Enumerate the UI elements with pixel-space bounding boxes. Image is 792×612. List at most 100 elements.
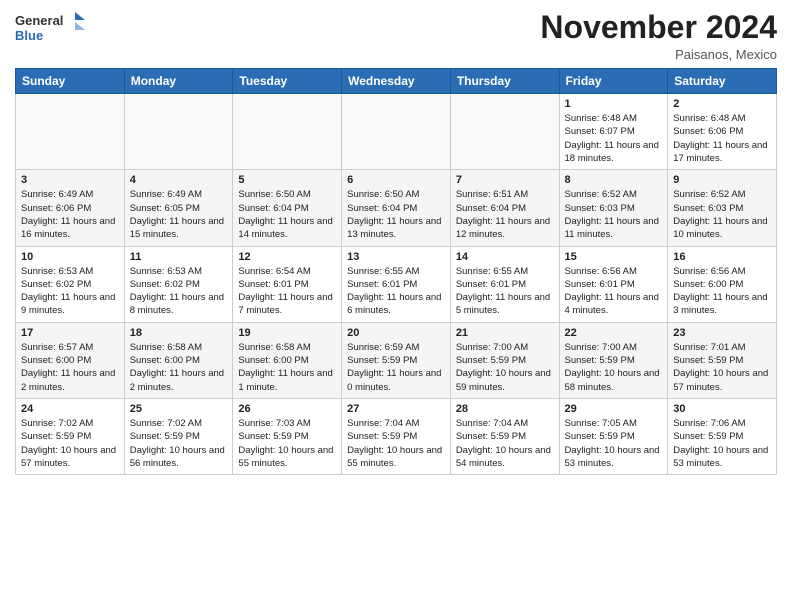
day-info: Sunrise: 6:58 AM Sunset: 6:00 PM Dayligh… — [130, 341, 228, 394]
day-info: Sunrise: 6:48 AM Sunset: 6:06 PM Dayligh… — [673, 112, 771, 165]
day-number: 8 — [565, 174, 663, 186]
day-number: 16 — [673, 251, 771, 263]
day-info: Sunrise: 6:57 AM Sunset: 6:00 PM Dayligh… — [21, 341, 119, 394]
day-info: Sunrise: 7:00 AM Sunset: 5:59 PM Dayligh… — [456, 341, 554, 394]
day-number: 10 — [21, 251, 119, 263]
day-number: 3 — [21, 174, 119, 186]
calendar-week-2: 3Sunrise: 6:49 AM Sunset: 6:06 PM Daylig… — [16, 170, 777, 246]
calendar-week-3: 10 Sunrise: 6:53 AM Sunset: 6:02 PM Dayli… — [16, 246, 777, 322]
day-number: 20 — [347, 327, 445, 339]
calendar-cell: 17Sunrise: 6:57 AM Sunset: 6:00 PM Dayli… — [16, 322, 125, 398]
calendar-cell: 9Sunrise: 6:52 AM Sunset: 6:03 PM Daylig… — [668, 170, 777, 246]
calendar-cell: 6 Sunrise: 6:50 AM Sunset: 6:04 PM Daylig… — [342, 170, 451, 246]
day-number: 2 — [673, 98, 771, 110]
day-number: 30 — [673, 403, 771, 415]
day-info: Sunrise: 7:04 AM Sunset: 5:59 PM Dayligh… — [347, 417, 445, 470]
day-info: Sunrise: 6:48 AM Sunset: 6:07 PM Dayligh… — [565, 112, 663, 165]
calendar-cell: 1Sunrise: 6:48 AM Sunset: 6:07 PM Daylig… — [559, 94, 668, 170]
day-number: 22 — [565, 327, 663, 339]
calendar-cell — [124, 94, 233, 170]
day-info: Sunrise: 6:51 AM Sunset: 6:04 PM Dayligh… — [456, 188, 554, 241]
calendar-cell: 29 Sunrise: 7:05 AM Sunset: 5:59 PM Dayli… — [559, 398, 668, 474]
calendar-cell: 30 Sunrise: 7:06 AM Sunset: 5:59 PM Dayli… — [668, 398, 777, 474]
day-info: Sunrise: 6:56 AM Sunset: 6:01 PM Dayligh… — [565, 265, 663, 318]
title-block: November 2024 Paisanos, Mexico — [540, 10, 777, 62]
day-info: Sunrise: 6:50 AM Sunset: 6:04 PM Dayligh… — [347, 188, 445, 241]
day-info: Sunrise: 6:55 AM Sunset: 6:01 PM Dayligh… — [456, 265, 554, 318]
calendar-cell: 15 Sunrise: 6:56 AM Sunset: 6:01 PM Dayli… — [559, 246, 668, 322]
calendar-cell: 27 Sunrise: 7:04 AM Sunset: 5:59 PM Dayli… — [342, 398, 451, 474]
calendar-cell: 3Sunrise: 6:49 AM Sunset: 6:06 PM Daylig… — [16, 170, 125, 246]
col-saturday: Saturday — [668, 69, 777, 94]
svg-text:General: General — [15, 13, 63, 28]
day-info: Sunrise: 6:49 AM Sunset: 6:05 PM Dayligh… — [130, 188, 228, 241]
day-info: Sunrise: 6:52 AM Sunset: 6:03 PM Dayligh… — [565, 188, 663, 241]
calendar-cell: 24Sunrise: 7:02 AM Sunset: 5:59 PM Dayli… — [16, 398, 125, 474]
calendar-week-1: 1Sunrise: 6:48 AM Sunset: 6:07 PM Daylig… — [16, 94, 777, 170]
day-number: 11 — [130, 251, 228, 263]
day-number: 28 — [456, 403, 554, 415]
day-number: 13 — [347, 251, 445, 263]
calendar-cell: 23 Sunrise: 7:01 AM Sunset: 5:59 PM Dayli… — [668, 322, 777, 398]
day-number: 25 — [130, 403, 228, 415]
logo-svg: General Blue — [15, 10, 85, 46]
day-info: Sunrise: 7:03 AM Sunset: 5:59 PM Dayligh… — [238, 417, 336, 470]
day-info: Sunrise: 6:55 AM Sunset: 6:01 PM Dayligh… — [347, 265, 445, 318]
day-info: Sunrise: 7:06 AM Sunset: 5:59 PM Dayligh… — [673, 417, 771, 470]
day-number: 24 — [21, 403, 119, 415]
day-info: Sunrise: 6:53 AM Sunset: 6:02 PM Dayligh… — [21, 265, 119, 318]
calendar-cell: 11 Sunrise: 6:53 AM Sunset: 6:02 PM Dayli… — [124, 246, 233, 322]
day-info: Sunrise: 6:56 AM Sunset: 6:00 PM Dayligh… — [673, 265, 771, 318]
day-number: 7 — [456, 174, 554, 186]
day-number: 4 — [130, 174, 228, 186]
calendar-cell: 13 Sunrise: 6:55 AM Sunset: 6:01 PM Dayli… — [342, 246, 451, 322]
header: General Blue November 2024 Paisanos, Mex… — [15, 10, 777, 62]
svg-text:Blue: Blue — [15, 28, 43, 43]
day-number: 27 — [347, 403, 445, 415]
col-sunday: Sunday — [16, 69, 125, 94]
day-number: 5 — [238, 174, 336, 186]
calendar-cell: 16 Sunrise: 6:56 AM Sunset: 6:00 PM Dayli… — [668, 246, 777, 322]
calendar-cell: 18Sunrise: 6:58 AM Sunset: 6:00 PM Dayli… — [124, 322, 233, 398]
calendar-cell: 19 Sunrise: 6:58 AM Sunset: 6:00 PM Dayli… — [233, 322, 342, 398]
calendar-table: Sunday Monday Tuesday Wednesday Thursday… — [15, 68, 777, 475]
calendar-cell — [233, 94, 342, 170]
calendar-cell: 2 Sunrise: 6:48 AM Sunset: 6:06 PM Daylig… — [668, 94, 777, 170]
day-number: 6 — [347, 174, 445, 186]
calendar-cell: 5 Sunrise: 6:50 AM Sunset: 6:04 PM Daylig… — [233, 170, 342, 246]
calendar-cell: 10 Sunrise: 6:53 AM Sunset: 6:02 PM Dayli… — [16, 246, 125, 322]
calendar-cell — [342, 94, 451, 170]
logo: General Blue — [15, 10, 85, 46]
calendar-cell: 26Sunrise: 7:03 AM Sunset: 5:59 PM Dayli… — [233, 398, 342, 474]
calendar-week-4: 17Sunrise: 6:57 AM Sunset: 6:00 PM Dayli… — [16, 322, 777, 398]
day-number: 29 — [565, 403, 663, 415]
day-number: 15 — [565, 251, 663, 263]
page: General Blue November 2024 Paisanos, Mex… — [0, 0, 792, 485]
day-info: Sunrise: 6:50 AM Sunset: 6:04 PM Dayligh… — [238, 188, 336, 241]
day-number: 19 — [238, 327, 336, 339]
col-friday: Friday — [559, 69, 668, 94]
col-monday: Monday — [124, 69, 233, 94]
calendar-cell: 4 Sunrise: 6:49 AM Sunset: 6:05 PM Daylig… — [124, 170, 233, 246]
calendar-week-5: 24Sunrise: 7:02 AM Sunset: 5:59 PM Dayli… — [16, 398, 777, 474]
day-info: Sunrise: 6:54 AM Sunset: 6:01 PM Dayligh… — [238, 265, 336, 318]
day-info: Sunrise: 7:05 AM Sunset: 5:59 PM Dayligh… — [565, 417, 663, 470]
day-info: Sunrise: 6:58 AM Sunset: 6:00 PM Dayligh… — [238, 341, 336, 394]
day-info: Sunrise: 6:52 AM Sunset: 6:03 PM Dayligh… — [673, 188, 771, 241]
calendar-cell: 21Sunrise: 7:00 AM Sunset: 5:59 PM Dayli… — [450, 322, 559, 398]
month-title: November 2024 — [540, 10, 777, 45]
day-number: 23 — [673, 327, 771, 339]
day-info: Sunrise: 6:59 AM Sunset: 5:59 PM Dayligh… — [347, 341, 445, 394]
day-info: Sunrise: 7:01 AM Sunset: 5:59 PM Dayligh… — [673, 341, 771, 394]
header-row: Sunday Monday Tuesday Wednesday Thursday… — [16, 69, 777, 94]
calendar-cell: 20 Sunrise: 6:59 AM Sunset: 5:59 PM Dayli… — [342, 322, 451, 398]
calendar-cell: 14 Sunrise: 6:55 AM Sunset: 6:01 PM Dayli… — [450, 246, 559, 322]
col-wednesday: Wednesday — [342, 69, 451, 94]
calendar-cell: 22Sunrise: 7:00 AM Sunset: 5:59 PM Dayli… — [559, 322, 668, 398]
location: Paisanos, Mexico — [540, 47, 777, 62]
col-tuesday: Tuesday — [233, 69, 342, 94]
day-info: Sunrise: 7:04 AM Sunset: 5:59 PM Dayligh… — [456, 417, 554, 470]
day-number: 14 — [456, 251, 554, 263]
day-info: Sunrise: 6:53 AM Sunset: 6:02 PM Dayligh… — [130, 265, 228, 318]
calendar-cell: 12Sunrise: 6:54 AM Sunset: 6:01 PM Dayli… — [233, 246, 342, 322]
